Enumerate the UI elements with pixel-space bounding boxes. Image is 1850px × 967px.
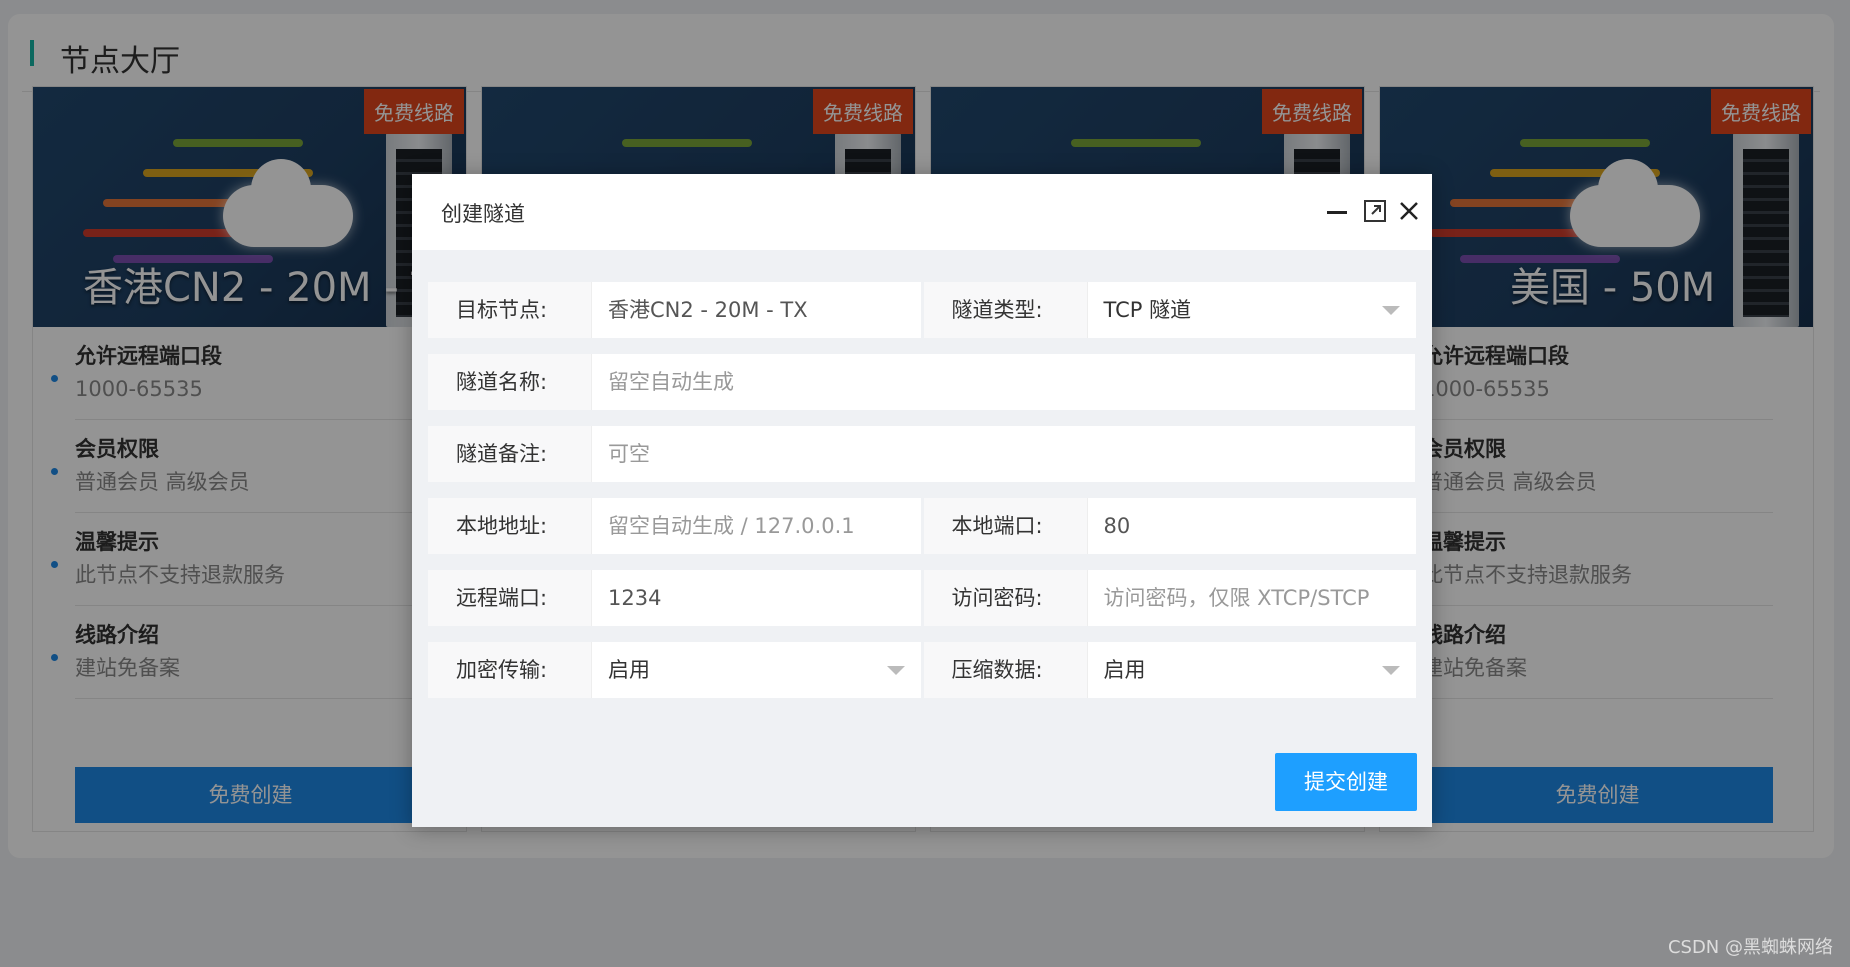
field-label: 隧道备注: xyxy=(428,426,592,482)
local-port-field: 本地端口: 80 xyxy=(923,498,1416,554)
encryption-field: 加密传输: 启用 xyxy=(428,642,921,698)
field-label: 访问密码: xyxy=(923,570,1088,626)
form-row: 隧道备注: 可空 xyxy=(428,426,1416,482)
tunnel-name-field: 隧道名称: 留空自动生成 xyxy=(428,354,1415,410)
field-label: 目标节点: xyxy=(428,282,592,338)
target-node-value: 香港CN2 - 20M - TX xyxy=(592,282,921,338)
form-row: 隧道名称: 留空自动生成 xyxy=(428,354,1416,410)
watermark: CSDN @黑蜘蛛网络 xyxy=(1667,937,1833,958)
close-icon[interactable] xyxy=(1394,196,1424,226)
field-label: 本地端口: xyxy=(923,498,1088,554)
tunnel-name-input[interactable]: 留空自动生成 xyxy=(592,354,1415,410)
form-row: 目标节点: 香港CN2 - 20M - TX 隧道类型: TCP 隧道 xyxy=(428,282,1416,338)
tunnel-note-field: 隧道备注: 可空 xyxy=(428,426,1415,482)
minimize-icon[interactable] xyxy=(1322,196,1352,226)
field-label: 隧道类型: xyxy=(923,282,1088,338)
remote-port-input[interactable]: 1234 xyxy=(592,570,921,626)
dialog-form: 目标节点: 香港CN2 - 20M - TX 隧道类型: TCP 隧道 隧道名称… xyxy=(412,250,1432,698)
tunnel-type-select[interactable]: TCP 隧道 xyxy=(1087,282,1416,338)
remote-port-field: 远程端口: 1234 xyxy=(428,570,921,626)
select-value: TCP 隧道 xyxy=(1103,298,1192,322)
form-row: 远程端口: 1234 访问密码: 访问密码，仅限 XTCP/STCP xyxy=(428,570,1416,626)
field-label: 远程端口: xyxy=(428,570,592,626)
form-row: 加密传输: 启用 压缩数据: 启用 xyxy=(428,642,1416,698)
access-password-field: 访问密码: 访问密码，仅限 XTCP/STCP xyxy=(923,570,1416,626)
field-label: 隧道名称: xyxy=(428,354,592,410)
tunnel-note-input[interactable]: 可空 xyxy=(592,426,1415,482)
compression-select[interactable]: 启用 xyxy=(1087,642,1416,698)
access-password-input[interactable]: 访问密码，仅限 XTCP/STCP xyxy=(1087,570,1416,626)
field-label: 压缩数据: xyxy=(923,642,1088,698)
target-node-field: 目标节点: 香港CN2 - 20M - TX xyxy=(428,282,921,338)
create-tunnel-dialog: 创建隧道 目标节点: 香港CN2 - 20M - TX 隧道类型: TCP 隧道… xyxy=(412,174,1432,827)
compression-field: 压缩数据: 启用 xyxy=(923,642,1416,698)
field-label: 本地地址: xyxy=(428,498,592,554)
chevron-down-icon xyxy=(886,666,905,675)
dialog-header: 创建隧道 xyxy=(412,174,1432,250)
tunnel-type-field: 隧道类型: TCP 隧道 xyxy=(923,282,1416,338)
local-address-input[interactable]: 留空自动生成 / 127.0.0.1 xyxy=(592,498,921,554)
submit-create-button[interactable]: 提交创建 xyxy=(1275,753,1417,811)
chevron-down-icon xyxy=(1382,306,1400,315)
select-value: 启用 xyxy=(608,658,650,682)
field-label: 加密传输: xyxy=(428,642,592,698)
dialog-title: 创建隧道 xyxy=(441,202,525,226)
local-address-field: 本地地址: 留空自动生成 / 127.0.0.1 xyxy=(428,498,921,554)
encryption-select[interactable]: 启用 xyxy=(592,642,921,698)
local-port-input[interactable]: 80 xyxy=(1087,498,1416,554)
maximize-icon[interactable] xyxy=(1360,196,1390,226)
select-value: 启用 xyxy=(1103,658,1146,682)
chevron-down-icon xyxy=(1382,666,1400,675)
form-row: 本地地址: 留空自动生成 / 127.0.0.1 本地端口: 80 xyxy=(428,498,1416,554)
